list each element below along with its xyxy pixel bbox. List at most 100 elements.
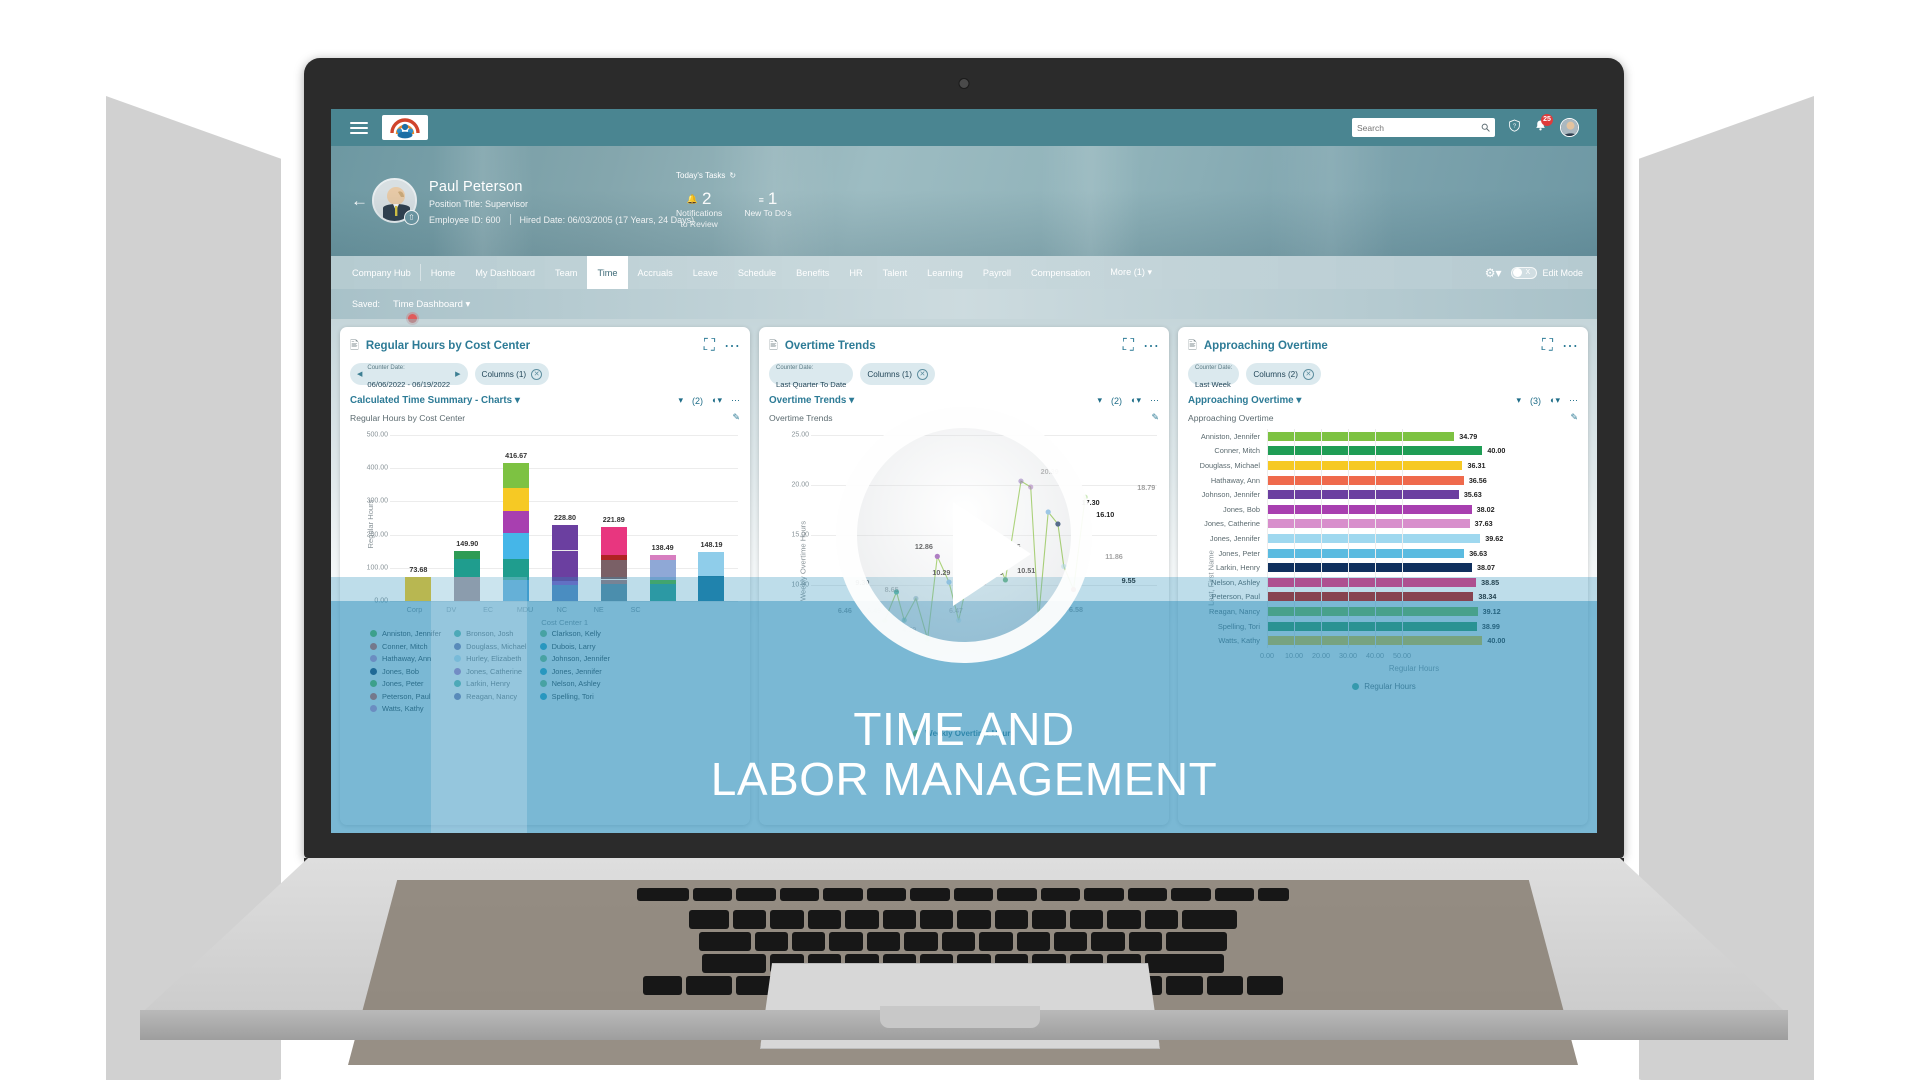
chart3-row[interactable]: Conner, Mitch 40.00: [1188, 444, 1580, 459]
chart2-data-point[interactable]: [913, 595, 919, 602]
bell-icon[interactable]: 25: [1534, 113, 1553, 137]
columns-chip[interactable]: Columns (1) ✕: [860, 363, 935, 385]
chart3-row[interactable]: Hathaway, Ann 36.56: [1188, 473, 1580, 488]
chart1-stack-segment[interactable]: [698, 551, 725, 577]
edit-icon[interactable]: ✎: [1151, 412, 1159, 423]
chart1-stack-segment[interactable]: [649, 560, 676, 581]
chart2-data-point[interactable]: [946, 579, 952, 585]
edit-mode-toggle[interactable]: X Edit Mode: [1511, 266, 1583, 279]
chart1-column[interactable]: 138.49: [649, 543, 676, 601]
search-input[interactable]: [1357, 122, 1481, 133]
chart1-legend-item[interactable]: Larkin, Henry: [454, 679, 526, 688]
chart1-stack-segment[interactable]: [454, 551, 481, 560]
chart3-bar[interactable]: [1267, 475, 1464, 485]
nav-tab-compensation[interactable]: Compensation: [1021, 256, 1100, 289]
chart3-bar[interactable]: [1267, 563, 1472, 573]
chart1-stack-segment[interactable]: [600, 584, 627, 601]
chart1-legend-item[interactable]: Jones, Bob: [370, 667, 441, 676]
close-icon[interactable]: ✕: [1302, 368, 1314, 380]
upload-photo-icon[interactable]: ⇧: [404, 210, 419, 225]
nav-tab-leave[interactable]: Leave: [683, 256, 728, 289]
counter-date-chip[interactable]: Counter Date: Last Quarter To Date: [769, 363, 854, 389]
chart1-stack-segment[interactable]: [503, 532, 530, 559]
chart1-stack-segment[interactable]: [600, 560, 627, 580]
expand-icon[interactable]: ⛶: [704, 337, 715, 355]
chart3-row[interactable]: Spelling, Tori 38.99: [1188, 619, 1580, 634]
chart1-column[interactable]: 416.67: [503, 451, 530, 601]
chart2-data-point[interactable]: [1061, 563, 1067, 569]
chart1-legend-item[interactable]: Anniston, Jennifer: [370, 629, 441, 638]
chart1-legend-item[interactable]: Johnson, Jennifer: [539, 654, 610, 663]
chart1-column[interactable]: 221.89: [600, 515, 627, 601]
chart1-stack-segment[interactable]: [551, 585, 578, 601]
chart3-row[interactable]: Watts, Kathy 40.00: [1188, 633, 1580, 648]
chart3-row[interactable]: Jones, Jennifer 39.62: [1188, 531, 1580, 546]
chart3-row[interactable]: Anniston, Jennifer 34.79: [1188, 429, 1580, 444]
edit-icon[interactable]: ✎: [1570, 412, 1578, 423]
chart1-column[interactable]: 228.80: [551, 513, 578, 601]
chart2-data-point[interactable]: [934, 553, 940, 559]
chart1-stack-segment[interactable]: [600, 527, 627, 556]
chart1-stack-segment[interactable]: [503, 462, 530, 488]
chart3-bar[interactable]: [1267, 460, 1463, 470]
chart1-legend-item[interactable]: Conner, Mitch: [370, 642, 441, 651]
chart2-data-point[interactable]: [1018, 478, 1024, 484]
chart3-bar[interactable]: [1267, 548, 1465, 558]
chart1-stack-segment[interactable]: [551, 550, 578, 582]
chart1-legend-item[interactable]: Spelling, Tori: [539, 692, 610, 701]
chart3-row[interactable]: Nelson, Ashley 38.85: [1188, 575, 1580, 590]
chart3-row[interactable]: Jones, Bob 38.02: [1188, 502, 1580, 517]
chart3-row[interactable]: Larkin, Henry 38.07: [1188, 560, 1580, 575]
chart1-legend-item[interactable]: Hurley, Elizabeth: [454, 654, 526, 663]
employee-photo[interactable]: [372, 178, 417, 223]
chart1-legend-item[interactable]: Peterson, Paul: [370, 692, 441, 701]
chart1-stack-segment[interactable]: [503, 558, 530, 580]
chart3-bar[interactable]: [1267, 490, 1459, 500]
chart-type-icon[interactable]: ◐▾: [1550, 395, 1560, 406]
counter-date-chip[interactable]: ◀ Counter Date: 06/06/2022 - 06/19/2022 …: [350, 363, 468, 389]
chart3-bar[interactable]: [1267, 533, 1481, 543]
chart2-data-point[interactable]: [971, 547, 977, 553]
edit-icon[interactable]: ✎: [732, 412, 740, 423]
chart1-column[interactable]: 73.68: [405, 565, 432, 601]
chart1-legend-item[interactable]: Hathaway, Ann: [370, 654, 441, 663]
chart2-data-point[interactable]: [956, 617, 962, 623]
chart2-data-point[interactable]: [1070, 586, 1077, 593]
search-icon[interactable]: [1481, 119, 1490, 137]
new-todos-card[interactable]: ≡ 1 New To Do's: [744, 189, 791, 229]
panel-subtitle-dropdown[interactable]: Approaching Overtime ▾: [1188, 395, 1301, 406]
back-arrow-icon[interactable]: ←: [351, 191, 368, 211]
panel-subtitle-dropdown[interactable]: Calculated Time Summary - Charts ▾: [350, 395, 520, 406]
chart2-data-point[interactable]: [1045, 509, 1051, 515]
chart1-legend-item[interactable]: Dubois, Larry: [539, 642, 610, 651]
chart1-stack-segment[interactable]: [503, 511, 530, 533]
chart1-column[interactable]: 149.90: [454, 539, 481, 601]
chart3-bar[interactable]: [1267, 606, 1478, 616]
more-icon[interactable]: ⋯: [1143, 336, 1159, 356]
close-icon[interactable]: ✕: [916, 368, 928, 380]
nav-tab-hr[interactable]: HR: [839, 256, 872, 289]
panel-subtitle-dropdown[interactable]: Overtime Trends ▾: [769, 395, 854, 406]
nav-tab-my-dashboard[interactable]: My Dashboard: [465, 256, 545, 289]
filter-icon[interactable]: ▾: [1098, 395, 1103, 406]
nav-tab-benefits[interactable]: Benefits: [786, 256, 839, 289]
more-icon[interactable]: ⋯: [1562, 336, 1578, 356]
nav-tab-home[interactable]: Home: [421, 256, 466, 289]
toggle-switch[interactable]: X: [1511, 266, 1538, 279]
hamburger-icon[interactable]: [350, 119, 368, 137]
chart1-legend-item[interactable]: Douglass, Michael: [454, 642, 527, 651]
saved-view-dropdown[interactable]: Time Dashboard ▾: [393, 299, 470, 310]
chart1-stack-segment[interactable]: [698, 576, 725, 601]
chart3-bar[interactable]: [1267, 504, 1472, 514]
search-box[interactable]: [1352, 118, 1495, 137]
chart1-stack-segment[interactable]: [551, 525, 578, 550]
chart1-stack-segment[interactable]: [649, 584, 676, 601]
refresh-icon[interactable]: ↻: [729, 171, 736, 180]
filter-icon[interactable]: ▾: [1517, 395, 1522, 406]
chart3-bar[interactable]: [1267, 621, 1477, 631]
filter-icon[interactable]: ▾: [679, 395, 684, 406]
help-icon[interactable]: ?: [1508, 119, 1521, 137]
next-arrow-icon[interactable]: ▶: [455, 370, 460, 378]
nav-tab-more-1[interactable]: More (1) ▾: [1100, 256, 1162, 289]
more-icon[interactable]: ⋯: [731, 395, 740, 406]
